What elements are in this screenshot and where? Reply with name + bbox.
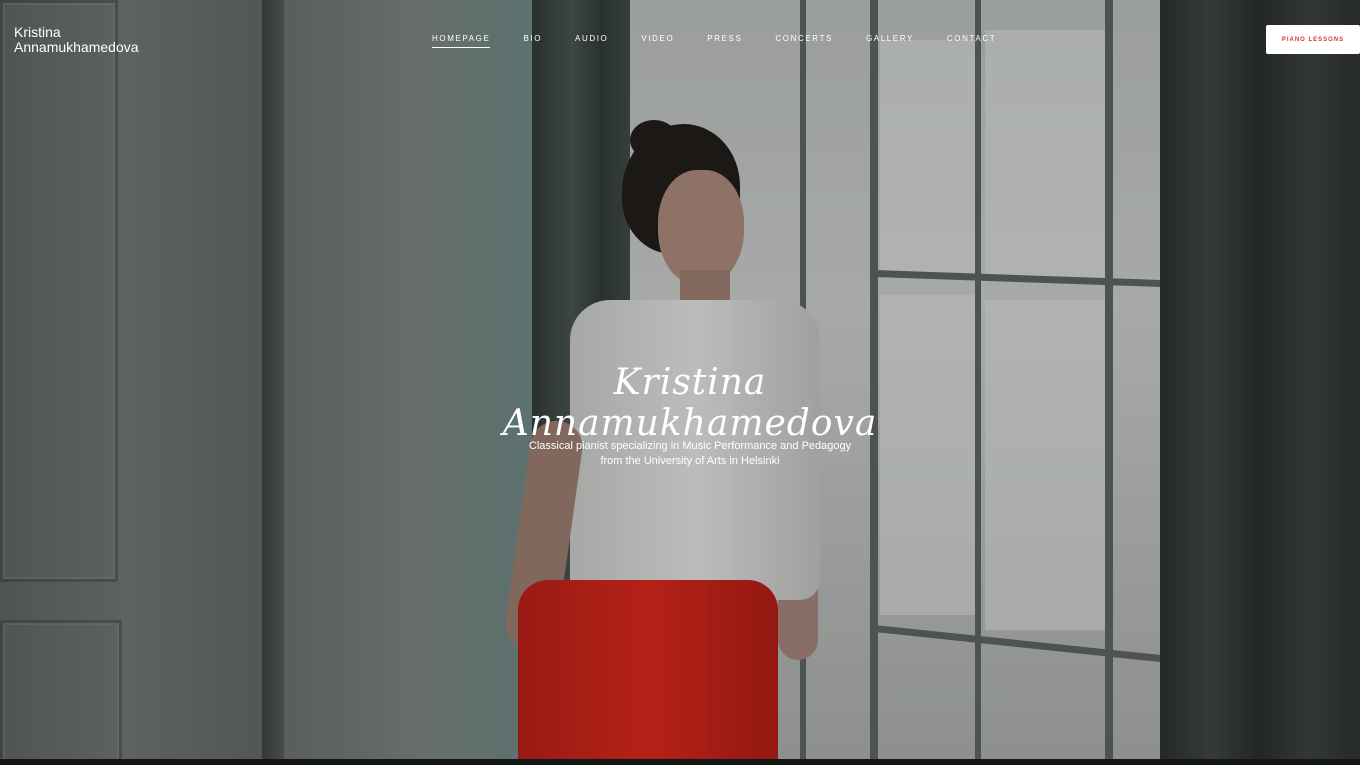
nav-contact[interactable]: CONTACT: [939, 33, 1004, 47]
hero-title: Kristina Annamukhamedova: [502, 362, 878, 444]
logo-line-first-name: Kristina: [14, 24, 61, 40]
hero-subtitle-line: from the University of Arts in Helsinki: [600, 455, 780, 467]
hero-subtitle: Classical pianist specializing in Music …: [480, 439, 900, 469]
site-logo[interactable]: Kristina Annamukhamedova: [14, 25, 139, 55]
nav-audio[interactable]: AUDIO: [567, 33, 616, 47]
nav-press[interactable]: PRESS: [699, 33, 750, 47]
nav-homepage[interactable]: HOMEPAGE: [424, 33, 498, 48]
piano-lessons-button[interactable]: PIANO LESSONS: [1266, 25, 1360, 54]
hero-subtitle-line: Classical pianist specializing in Music …: [528, 440, 852, 452]
nav-bio[interactable]: BIO: [515, 33, 550, 47]
homepage: Kristina Annamukhamedova HOMEPAGE BIO AU…: [0, 0, 1360, 765]
logo-line-last-name: Annamukhamedova: [14, 39, 139, 55]
bottom-edge: [0, 759, 1360, 765]
nav-video[interactable]: VIDEO: [633, 33, 682, 47]
nav-concerts[interactable]: CONCERTS: [767, 33, 841, 47]
nav-gallery[interactable]: GALLERY: [858, 33, 922, 47]
main-navigation: HOMEPAGE BIO AUDIO VIDEO PRESS CONCERTS …: [424, 33, 1004, 48]
